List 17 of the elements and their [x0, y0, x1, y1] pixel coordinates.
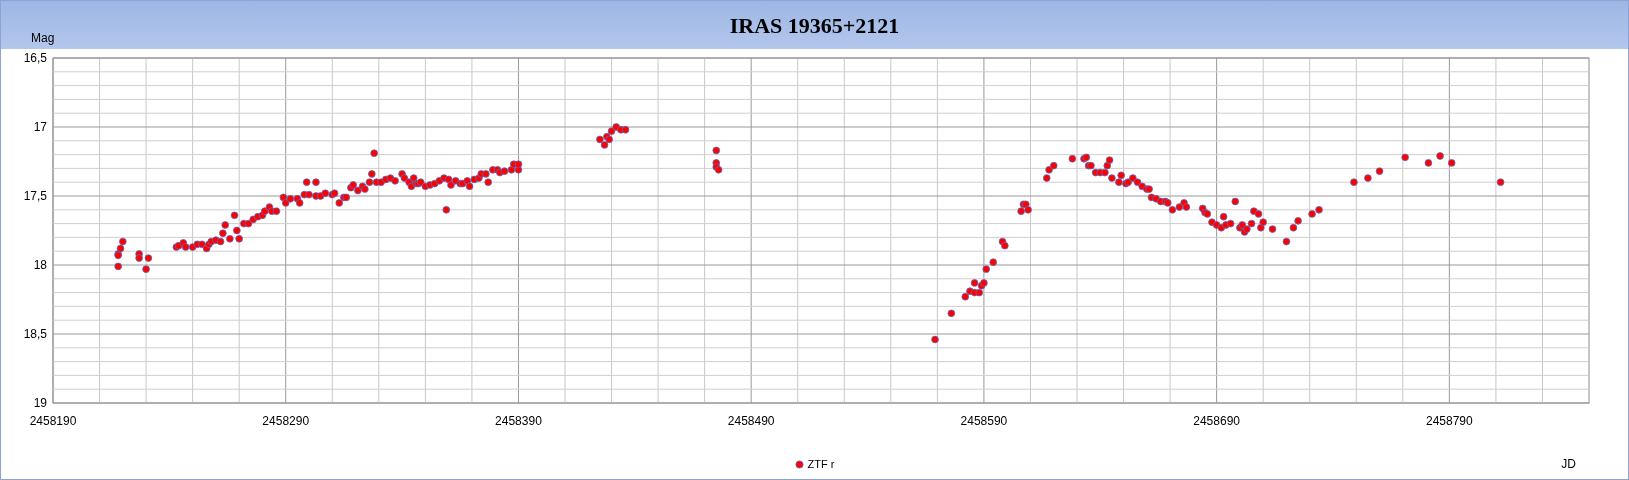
tick-label: 18,5: [23, 327, 47, 341]
tick-label: 2458490: [727, 414, 775, 428]
tick-label: 2458290: [262, 414, 310, 428]
tick-label: 19: [33, 396, 47, 410]
legend-label: ZTF r: [807, 456, 835, 472]
tick-label: 2458590: [960, 414, 1008, 428]
tick-label: 17: [33, 120, 47, 134]
axis-title: Mag: [31, 30, 55, 47]
tick-label: 18: [33, 258, 47, 272]
tick-label: 17,5: [23, 189, 47, 203]
axis-title: JD: [1561, 456, 1576, 473]
tick-label: 2458190: [29, 414, 77, 428]
tick-label: 2458390: [495, 414, 542, 428]
tick-label: 16,5: [23, 51, 47, 65]
chart-title: IRAS 19365+2121: [729, 11, 900, 40]
tick-label: 2458690: [1193, 414, 1240, 428]
tick-label: 2458790: [1426, 414, 1473, 428]
